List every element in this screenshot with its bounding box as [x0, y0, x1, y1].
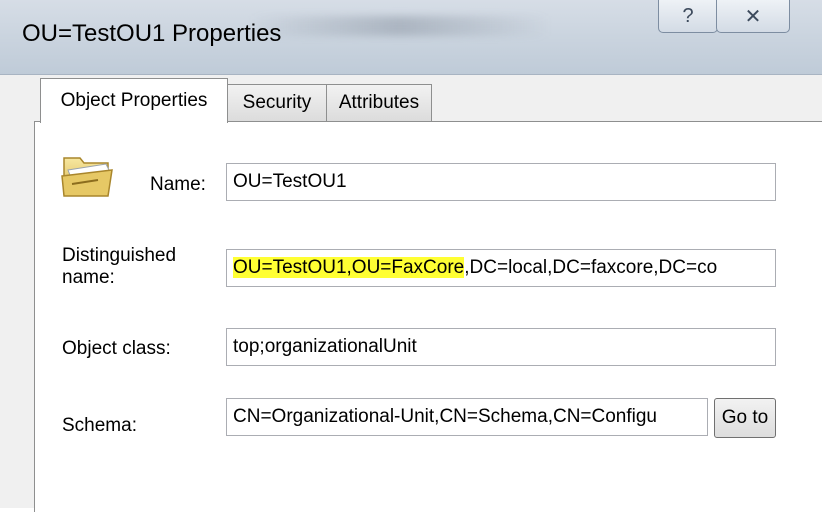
go-to-button[interactable]: Go to	[714, 398, 776, 438]
object-class-field[interactable]: top;organizationalUnit	[226, 328, 776, 366]
properties-dialog: OU=TestOU1 Properties ? ✕ Object Propert…	[0, 0, 822, 512]
object-class-label: Object class:	[62, 338, 171, 359]
schema-value: CN=Organizational-Unit,CN=Schema,CN=Conf…	[233, 406, 657, 427]
tab-attributes[interactable]: Attributes	[326, 84, 432, 121]
tab-label: Attributes	[338, 92, 420, 113]
distinguished-name-label-line2: name:	[62, 267, 115, 288]
tab-security[interactable]: Security	[227, 84, 327, 121]
tab-label: Security	[242, 92, 312, 113]
distinguished-name-rest: ,DC=local,DC=faxcore,DC=co	[464, 257, 718, 278]
distinguished-name-field[interactable]: OU=TestOU1,OU=FaxCore,DC=local,DC=faxcor…	[226, 249, 776, 287]
go-to-label: Go to	[721, 407, 769, 428]
name-value: OU=TestOU1	[233, 171, 347, 192]
object-class-value: top;organizationalUnit	[233, 336, 417, 357]
folder-icon	[61, 157, 113, 197]
close-icon: ✕	[744, 5, 762, 28]
tab-label: Object Properties	[60, 90, 208, 111]
distinguished-name-highlight: OU=TestOU1,OU=FaxCore	[233, 257, 465, 278]
tab-strip: Object Properties Security Attributes	[0, 74, 822, 124]
schema-label: Schema:	[62, 415, 137, 436]
name-field[interactable]: OU=TestOU1	[226, 163, 776, 201]
window-title: OU=TestOU1 Properties	[22, 20, 282, 47]
distinguished-name-label-line1: Distinguished	[62, 245, 177, 266]
blurred-region	[250, 16, 550, 36]
title-bar[interactable]: OU=TestOU1 Properties ? ✕	[0, 0, 822, 75]
schema-field[interactable]: CN=Organizational-Unit,CN=Schema,CN=Conf…	[226, 398, 708, 436]
help-icon: ?	[682, 4, 694, 27]
help-button[interactable]: ?	[658, 0, 718, 33]
tab-object-properties[interactable]: Object Properties	[40, 78, 228, 123]
name-label: Name:	[150, 174, 206, 195]
close-button[interactable]: ✕	[716, 0, 790, 33]
